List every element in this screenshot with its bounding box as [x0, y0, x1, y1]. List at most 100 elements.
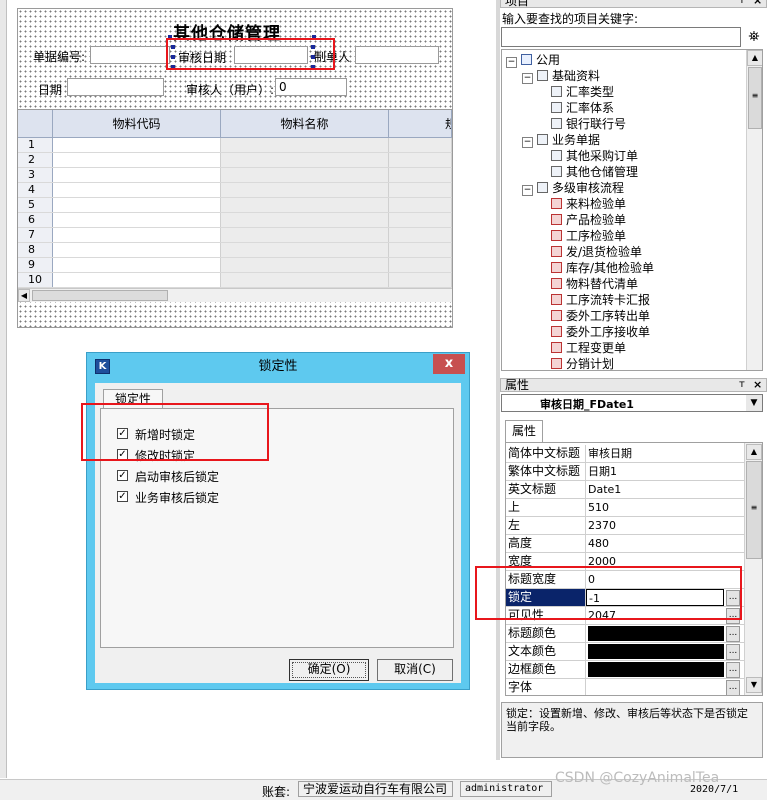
ellipsis-button[interactable]: ... [726, 626, 740, 642]
property-value[interactable]: 2370 [586, 517, 726, 534]
property-row[interactable]: 字体... [506, 679, 744, 695]
grid-cell[interactable] [389, 138, 452, 152]
grid-header-spec[interactable]: 规 [389, 110, 452, 138]
grid-cell[interactable] [221, 168, 389, 182]
detail-grid[interactable]: 物料代码 物料名称 规 12345678910 ◀ [18, 109, 452, 302]
grid-cell[interactable] [221, 213, 389, 227]
lock-option[interactable]: ✓ 启动审核后锁定 [117, 467, 397, 485]
grid-cell[interactable] [221, 138, 389, 152]
collapse-icon[interactable]: − [522, 73, 533, 84]
tree-item[interactable]: 工序流转卡汇报 [506, 292, 746, 308]
grid-cell[interactable] [53, 168, 221, 182]
table-row[interactable]: 7 [18, 228, 452, 243]
color-swatch[interactable] [588, 662, 724, 677]
scroll-up-icon[interactable]: ▲ [747, 50, 762, 66]
tree-item[interactable]: − 多级审核流程 [506, 180, 746, 196]
grid-cell[interactable] [53, 183, 221, 197]
auditor-field[interactable]: 0 [275, 78, 347, 96]
grid-header-material-name[interactable]: 物料名称 [221, 110, 389, 138]
tree-item[interactable]: 工序检验单 [506, 228, 746, 244]
close-icon[interactable]: × [753, 379, 762, 391]
pin-icon[interactable]: ᴛ [739, 0, 745, 7]
grid-cell[interactable] [53, 138, 221, 152]
grid-cell[interactable] [389, 243, 452, 257]
tab-properties[interactable]: 属性 [505, 420, 543, 442]
ok-button[interactable]: 确定(O) [289, 659, 369, 681]
grid-cell[interactable] [221, 183, 389, 197]
tree-item[interactable]: 其他仓储管理 [506, 164, 746, 180]
grid-cell[interactable] [389, 168, 452, 182]
table-row[interactable]: 3 [18, 168, 452, 183]
find-binoculars-icon[interactable]: ⛯ [744, 28, 764, 46]
property-row[interactable]: 文本颜色... [506, 643, 744, 661]
property-value[interactable]: Date1 [586, 481, 726, 498]
tree-vscroll-thumb[interactable]: ≡ [748, 67, 762, 129]
left-splitter[interactable] [0, 0, 7, 778]
grid-cell[interactable] [221, 198, 389, 212]
table-row[interactable]: 5 [18, 198, 452, 213]
checkbox[interactable]: ✓ [117, 470, 128, 481]
tree-item[interactable]: − 基础资料 [506, 68, 746, 84]
grid-cell[interactable] [221, 228, 389, 242]
project-search-input[interactable] [501, 27, 741, 47]
grid-cell[interactable] [221, 153, 389, 167]
tree-item[interactable]: 发/退货检验单 [506, 244, 746, 260]
chevron-down-icon[interactable]: ▼ [746, 395, 762, 411]
property-row[interactable]: 简体中文标题 审核日期 [506, 445, 744, 463]
grid-cell[interactable] [53, 243, 221, 257]
grid-cell[interactable] [53, 213, 221, 227]
table-row[interactable]: 4 [18, 183, 452, 198]
table-row[interactable]: 2 [18, 153, 452, 168]
pin-icon[interactable]: ᴛ [739, 379, 745, 391]
scroll-left-icon[interactable]: ◀ [18, 289, 30, 302]
tree-item[interactable]: 产品检验单 [506, 212, 746, 228]
collapse-icon[interactable]: − [522, 185, 533, 196]
grid-hscrollbar[interactable]: ◀ [18, 288, 452, 302]
grid-cell[interactable] [389, 153, 452, 167]
lock-option[interactable]: ✓ 业务审核后锁定 [117, 488, 397, 506]
tree-item[interactable]: 工程变更单 [506, 340, 746, 356]
scroll-down-icon[interactable]: ▼ [746, 677, 762, 693]
property-row[interactable]: 高度 480 [506, 535, 744, 553]
grid-cell[interactable] [221, 273, 389, 287]
project-tree[interactable]: − 公用 − 基础资料 汇率类型 汇率体系 银行联行号 − 业务单据 其他采购订单 其他仓储管理 − 多… [501, 49, 763, 371]
tree-vscrollbar[interactable]: ▲ ≡ [746, 50, 762, 370]
property-vscroll-thumb[interactable]: ≡ [746, 461, 762, 559]
grid-cell[interactable] [389, 198, 452, 212]
property-value[interactable]: 日期1 [586, 463, 726, 480]
close-icon[interactable]: x [433, 354, 465, 374]
table-row[interactable]: 8 [18, 243, 452, 258]
grid-hscroll-thumb[interactable] [32, 290, 168, 301]
property-row[interactable]: 左 2370 [506, 517, 744, 535]
property-value[interactable]: 审核日期 [586, 445, 726, 462]
tree-item[interactable]: − 公用 [506, 52, 746, 68]
grid-cell[interactable] [389, 213, 452, 227]
table-row[interactable]: 1 [18, 138, 452, 153]
property-row[interactable]: 繁体中文标题 日期1 [506, 463, 744, 481]
doc-no-field[interactable] [90, 46, 170, 64]
tree-item[interactable]: 分销计划 [506, 356, 746, 370]
collapse-icon[interactable]: − [506, 57, 517, 68]
property-value[interactable]: 510 [586, 499, 726, 516]
cancel-button[interactable]: 取消(C) [377, 659, 453, 681]
property-row[interactable]: 边框颜色... [506, 661, 744, 679]
property-object-select[interactable]: 审核日期_FDate1 ▼ [501, 394, 763, 412]
tree-item[interactable]: 物料替代清单 [506, 276, 746, 292]
table-row[interactable]: 9 [18, 258, 452, 273]
grid-header-material-code[interactable]: 物料代码 [53, 110, 221, 138]
tree-item[interactable]: − 业务单据 [506, 132, 746, 148]
grid-cell[interactable] [53, 258, 221, 272]
grid-cell[interactable] [221, 258, 389, 272]
property-row[interactable]: 上 510 [506, 499, 744, 517]
property-vscrollbar[interactable]: ▲ ≡ ▼ [744, 443, 762, 695]
grid-cell[interactable] [389, 183, 452, 197]
property-value[interactable]: 480 [586, 535, 726, 552]
grid-cell[interactable] [53, 273, 221, 287]
grid-cell[interactable] [53, 198, 221, 212]
grid-cell[interactable] [389, 273, 452, 287]
ellipsis-button[interactable]: ... [726, 644, 740, 660]
ellipsis-button[interactable]: ... [726, 662, 740, 678]
tree-item[interactable]: 委外工序转出单 [506, 308, 746, 324]
grid-cell[interactable] [389, 258, 452, 272]
scroll-up-icon[interactable]: ▲ [746, 444, 762, 460]
